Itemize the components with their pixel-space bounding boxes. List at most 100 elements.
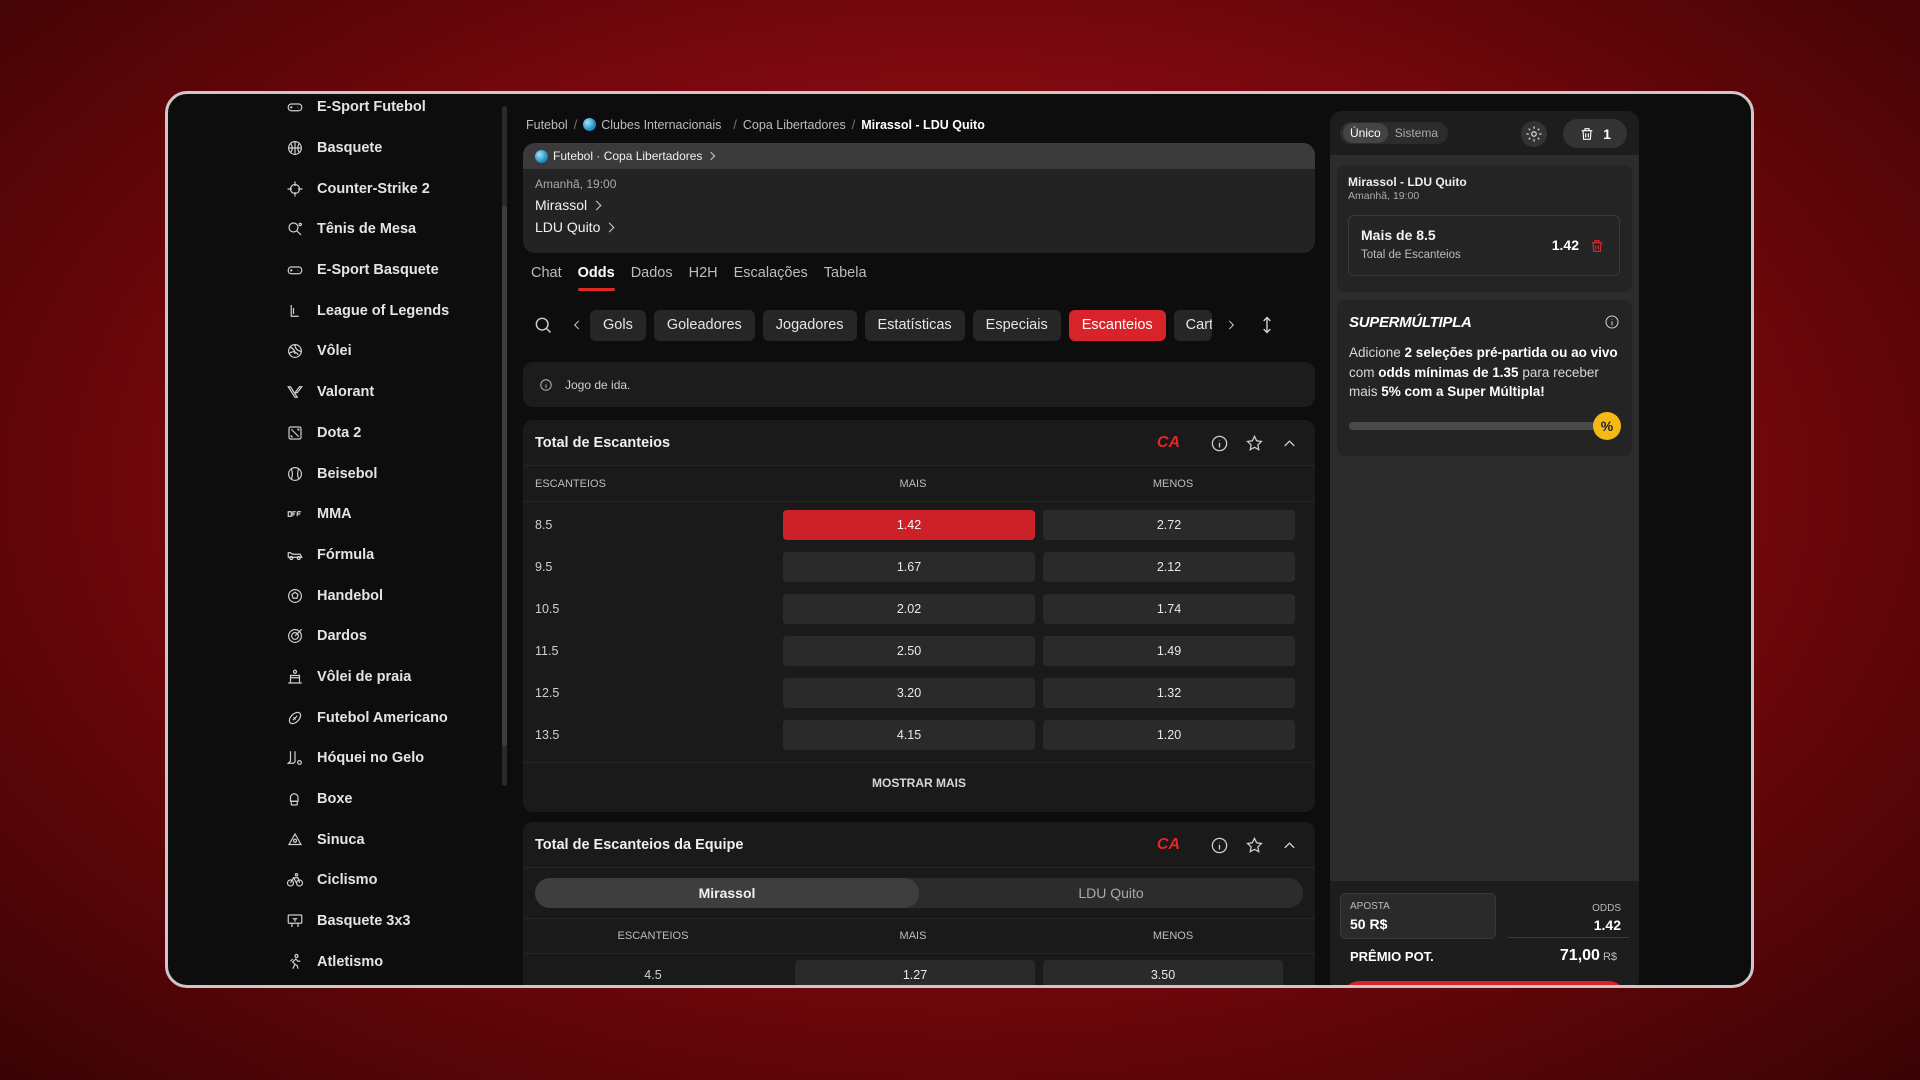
market-pill-escanteios[interactable]: Escanteios	[1068, 309, 1166, 341]
odds-under-button[interactable]: 2.72	[1043, 510, 1295, 540]
market-row: 11.5 2.50 1.49	[523, 630, 1315, 672]
market-pill-jogadores[interactable]: Jogadores	[762, 309, 857, 341]
market-pill-gols[interactable]: Gols	[590, 309, 646, 341]
market-title: Total de Escanteios da Equipe	[535, 836, 744, 853]
info-icon[interactable]	[1210, 836, 1229, 855]
team-toggle-away[interactable]: LDU Quito	[919, 878, 1303, 908]
sidebar-item-basquete[interactable]: Basquete	[285, 128, 449, 169]
mode-single[interactable]: Único	[1343, 123, 1388, 143]
sidebar-scrollbar[interactable]	[502, 106, 507, 786]
odds-under-button[interactable]: 1.49	[1043, 636, 1295, 666]
show-more-button[interactable]: MOSTRAR MAIS	[523, 762, 1315, 802]
sidebar-item-dardos[interactable]: Dardos	[285, 616, 449, 657]
sidebar-item-boxe[interactable]: Boxe	[285, 779, 449, 820]
selection-count: 1	[1603, 125, 1611, 142]
breadcrumb-item[interactable]: Futebol	[526, 118, 568, 132]
tab-escalacoes[interactable]: Escalações	[734, 265, 808, 291]
odds-over-button[interactable]: 2.02	[783, 594, 1035, 624]
competition-bar[interactable]: Futebol · Copa Libertadores	[523, 143, 1315, 169]
odds-over-button[interactable]: 3.20	[783, 678, 1035, 708]
divider	[1508, 937, 1629, 938]
star-icon[interactable]	[1245, 434, 1264, 453]
tab-h2h[interactable]: H2H	[689, 265, 718, 291]
sidebar-item-label: Ciclismo	[317, 872, 378, 889]
market-pill-estatisticas[interactable]: Estatísticas	[864, 309, 965, 341]
odds-over-button[interactable]: 1.42	[783, 510, 1035, 540]
sidebar-item-ciclismo[interactable]: Ciclismo	[285, 860, 449, 901]
sidebar-item-hoquei-no-gelo[interactable]: Hóquei no Gelo	[285, 738, 449, 779]
odds-over-button[interactable]: 1.27	[795, 960, 1035, 985]
sidebar-item-label: Vôlei de praia	[317, 668, 412, 685]
sidebar-item-dota-2[interactable]: Dota 2	[285, 413, 449, 454]
sidebar-item-volei-de-praia[interactable]: Vôlei de praia	[285, 657, 449, 698]
sidebar-item-formula[interactable]: Fórmula	[285, 535, 449, 576]
tab-chat[interactable]: Chat	[531, 265, 562, 291]
chevron-right-icon[interactable]	[1222, 310, 1240, 340]
trash-icon[interactable]	[1589, 238, 1605, 254]
sidebar-item-label: Vôlei	[317, 343, 352, 360]
breadcrumb-separator: /	[733, 118, 737, 132]
team-toggle-home[interactable]: Mirassol	[535, 878, 919, 908]
sidebar-item-mma[interactable]: MMA	[285, 494, 449, 535]
info-text: Jogo de ida.	[565, 377, 631, 392]
odds-under-button[interactable]: 2.12	[1043, 552, 1295, 582]
market-column-headers: ESCANTEIOS MAIS MENOS	[523, 918, 1315, 954]
selection-pick: Mais de 8.5	[1361, 227, 1436, 243]
market-pill-goleadores[interactable]: Goleadores	[653, 309, 755, 341]
sidebar-item-futebol-americano[interactable]: Futebol Americano	[285, 697, 449, 738]
ping-pong-icon	[285, 219, 305, 239]
stake-input[interactable]: APOSTA 50 R$	[1340, 893, 1496, 939]
sidebar-item-e-sport-basquete[interactable]: E-Sport Basquete	[285, 250, 449, 291]
gamepad-icon	[285, 97, 305, 117]
sidebar-item-sinuca[interactable]: Sinuca	[285, 819, 449, 860]
search-icon[interactable]	[528, 310, 558, 340]
market-pill-especiais[interactable]: Especiais	[972, 309, 1061, 341]
sidebar-item-volei[interactable]: Vôlei	[285, 331, 449, 372]
sidebar-item-e-sport-futebol[interactable]: E-Sport Futebol	[285, 94, 449, 128]
market-header[interactable]: Total de Escanteios CA	[523, 420, 1315, 466]
sidebar-item-handebol[interactable]: Handebol	[285, 575, 449, 616]
chevron-left-icon[interactable]	[568, 310, 586, 340]
breadcrumb-separator: /	[851, 118, 856, 132]
mode-system[interactable]: Sistema	[1388, 123, 1445, 143]
info-icon[interactable]	[1210, 434, 1229, 453]
clear-betslip-button[interactable]: 1	[1563, 119, 1627, 148]
info-icon[interactable]	[1604, 314, 1620, 330]
chevron-up-icon[interactable]	[1280, 434, 1299, 453]
away-team-link[interactable]: LDU Quito	[535, 219, 1303, 235]
market-header[interactable]: Total de Escanteios da Equipe CA	[523, 822, 1315, 868]
sidebar-item-label: MMA	[317, 506, 352, 523]
settings-button[interactable]	[1521, 121, 1547, 147]
home-team-link[interactable]: Mirassol	[535, 197, 1303, 213]
sidebar-item-beisebol[interactable]: Beisebol	[285, 453, 449, 494]
odds-over-button[interactable]: 1.67	[783, 552, 1035, 582]
odds-under-button[interactable]: 1.32	[1043, 678, 1295, 708]
sidebar-item-tenis-de-mesa[interactable]: Tênis de Mesa	[285, 209, 449, 250]
breadcrumb-item[interactable]: Copa Libertadores	[743, 118, 846, 132]
odds-over-button[interactable]: 2.50	[783, 636, 1035, 666]
sidebar-item-valorant[interactable]: Valorant	[285, 372, 449, 413]
col-header-over: MAIS	[899, 930, 927, 942]
sidebar-item-league-of-legends[interactable]: League of Legends	[285, 290, 449, 331]
odds-under-button[interactable]: 1.20	[1043, 720, 1295, 750]
star-icon[interactable]	[1245, 836, 1264, 855]
bet-mode-switch: Único Sistema	[1340, 122, 1449, 144]
market-pill-cart[interactable]: Cart	[1173, 309, 1212, 341]
tab-tabela[interactable]: Tabela	[824, 265, 867, 291]
sidebar-scroll-thumb[interactable]	[502, 206, 507, 746]
place-bet-button[interactable]	[1340, 981, 1628, 985]
expand-collapse-icon[interactable]	[1252, 310, 1282, 340]
odds-under-button[interactable]: 3.50	[1043, 960, 1283, 985]
selection-market: Total de Escanteios	[1361, 249, 1461, 261]
sidebar-item-atletismo[interactable]: Atletismo	[285, 941, 449, 982]
breadcrumb-item[interactable]: Clubes Internacionais	[583, 118, 727, 132]
odds-over-button[interactable]: 4.15	[783, 720, 1035, 750]
market-row: 13.5 4.15 1.20	[523, 714, 1315, 756]
tab-dados[interactable]: Dados	[631, 265, 673, 291]
tab-odds[interactable]: Odds	[577, 265, 615, 291]
odds-under-button[interactable]: 1.74	[1043, 594, 1295, 624]
market-row: 9.5 1.67 2.12	[523, 546, 1315, 588]
chevron-up-icon[interactable]	[1280, 836, 1299, 855]
sidebar-item-counter-strike-2[interactable]: Counter-Strike 2	[285, 168, 449, 209]
sidebar-item-basquete-3x3[interactable]: Basquete 3x3	[285, 901, 449, 942]
